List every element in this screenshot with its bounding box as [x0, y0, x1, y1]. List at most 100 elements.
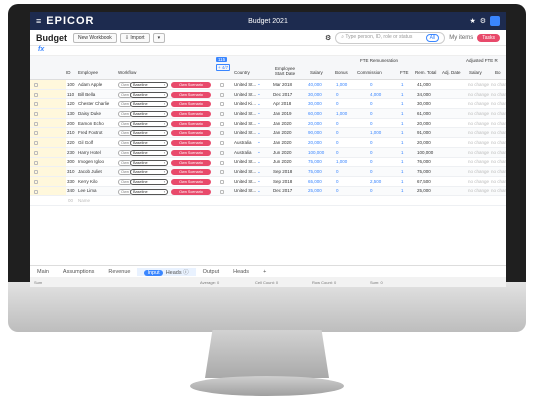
star-icon[interactable]: ★	[469, 17, 475, 25]
cell-id[interactable]: 110	[67, 92, 74, 97]
cell-start-date[interactable]: Jun 2020	[273, 150, 292, 155]
cell-adj-bonus[interactable]: no chan	[491, 130, 506, 135]
workflow-state-pill[interactable]: Baseline ›	[130, 178, 168, 185]
cell-adj-bonus[interactable]: no chan	[491, 121, 506, 126]
cell-bonus[interactable]: 1,000	[336, 111, 347, 116]
own-scenario-button[interactable]: Own Scenario	[171, 91, 211, 98]
cell-start-date[interactable]: Sep 2018	[273, 169, 292, 174]
tab-revenue[interactable]: Revenue	[101, 269, 137, 275]
cell-start-date[interactable]: Jan 2019	[273, 111, 292, 116]
header-fte[interactable]: FTE	[400, 70, 409, 75]
cell-adj-bonus[interactable]: no chan	[491, 101, 506, 106]
own-scenario-button[interactable]: Own Scenario	[171, 111, 211, 118]
workflow-state-pill[interactable]: Baseline ›	[130, 101, 168, 108]
cell-fte[interactable]: 1	[401, 159, 404, 164]
row-flag-checkbox[interactable]	[220, 179, 224, 184]
row-select-checkbox[interactable]	[34, 121, 38, 126]
own-scenario-button[interactable]: Own Scenario	[171, 178, 211, 185]
row-select-checkbox[interactable]	[34, 92, 38, 97]
row-select-checkbox[interactable]	[34, 112, 38, 117]
cell-commission[interactable]: 1,000	[370, 130, 381, 135]
cell-adj-bonus[interactable]: no chan	[491, 140, 506, 145]
tab-output[interactable]: Output	[196, 269, 227, 275]
row-select-checkbox[interactable]	[34, 141, 38, 146]
chevron-down-icon[interactable]: ⌄	[257, 91, 261, 97]
tab-heads[interactable]: Input Heads ⓘ	[137, 267, 196, 276]
table-row[interactable]: 200 Eamon Echo Own Baseline › Own Scenario Un…	[30, 118, 506, 129]
workflow-state-pill[interactable]: Baseline ›	[130, 130, 168, 137]
cell-id[interactable]: 100	[67, 82, 75, 87]
cell-id[interactable]: 210	[67, 130, 75, 135]
table-row[interactable]: 120 Chester Charlie Own Baseline › Own Scena…	[30, 99, 506, 110]
workflow-state-pill[interactable]: Baseline ›	[130, 159, 168, 166]
cell-fte[interactable]: 1	[401, 111, 404, 116]
cell-adj-salary[interactable]: no change	[468, 92, 489, 97]
cell-commission[interactable]: 4,000	[370, 92, 381, 97]
workflow-state-pill[interactable]: Baseline ›	[130, 140, 168, 147]
own-scenario-button[interactable]: Own Scenario	[171, 159, 211, 166]
row-flag-checkbox[interactable]	[220, 189, 224, 194]
cell-fte[interactable]: 1	[401, 140, 404, 145]
my-items-toggle[interactable]: My items	[449, 35, 473, 41]
cell-bonus[interactable]: 0	[336, 92, 339, 97]
avatar[interactable]	[490, 16, 500, 26]
cell-country[interactable]: Australia	[234, 150, 252, 155]
cell-adj-salary[interactable]: no change	[468, 169, 489, 174]
cell-commission[interactable]: 0	[370, 121, 373, 126]
cell-fte[interactable]: 1	[401, 150, 404, 155]
row-flag-checkbox[interactable]	[220, 170, 224, 175]
table-row[interactable]: 220 Gil Golf Own Baseline › Own Scenario Aust…	[30, 138, 506, 148]
cell-employee[interactable]: Adam Apple	[78, 82, 102, 87]
cell-bonus[interactable]: 1,000	[336, 159, 347, 164]
cell-salary[interactable]: 30,000	[308, 101, 322, 106]
cell-adj-bonus[interactable]: no chan	[491, 82, 506, 87]
cell-employee[interactable]: Imogen Igloo	[78, 159, 104, 164]
cell-bonus[interactable]: 0	[336, 179, 339, 184]
cell-country[interactable]: United St...	[234, 188, 256, 193]
cell-adj-bonus[interactable]: no chan	[491, 179, 506, 184]
header-adj-salary[interactable]: Salary	[469, 70, 482, 75]
cell-employee[interactable]: Kerry Kilo	[78, 179, 98, 184]
row-select-checkbox[interactable]	[34, 150, 38, 155]
cell-bonus[interactable]: 1,000	[336, 82, 347, 87]
row-flag-checkbox[interactable]	[220, 102, 224, 107]
settings-gear-icon[interactable]: ⚙	[325, 34, 331, 42]
tab-assumptions[interactable]: Assumptions	[56, 269, 102, 275]
workflow-state-pill[interactable]: Baseline ›	[130, 149, 168, 156]
chevron-down-icon[interactable]: ⌄	[257, 110, 261, 116]
cell-start-date[interactable]: Jun 2020	[273, 159, 292, 164]
cell-adj-salary[interactable]: no change	[468, 121, 489, 126]
table-row[interactable]: 340 Lee Lima Own Baseline › Own Scenario Unit…	[30, 186, 506, 197]
cell-country[interactable]: United St...	[234, 121, 256, 126]
cell-fte[interactable]: 1	[401, 82, 404, 87]
chevron-down-icon[interactable]: ⌄	[257, 178, 261, 184]
cell-adj-bonus[interactable]: no chan	[491, 111, 506, 116]
row-select-checkbox[interactable]	[34, 102, 38, 107]
cell-id[interactable]: 130	[67, 111, 75, 116]
cell-country[interactable]: United St...	[234, 159, 256, 164]
cell-salary[interactable]: 90,000	[308, 130, 322, 135]
cell-employee[interactable]: Fred Foxtrot	[78, 130, 103, 135]
table-row[interactable]: 330 Kerry Kilo Own Baseline › Own Scenario Un…	[30, 176, 506, 187]
chevron-down-icon[interactable]: ⌄	[257, 169, 261, 175]
own-scenario-button[interactable]: Own Scenario	[171, 82, 211, 88]
header-employee[interactable]: Employee	[78, 70, 98, 75]
cell-id[interactable]: 230	[67, 150, 75, 155]
cell-fte[interactable]: 1	[401, 179, 404, 184]
cell-adj-bonus[interactable]: no chan	[491, 92, 506, 97]
cell-country[interactable]: United St...	[234, 82, 256, 87]
workflow-state-pill[interactable]: Baseline ›	[130, 120, 168, 127]
cell-salary[interactable]: 75,000	[308, 159, 322, 164]
cell-adj-salary[interactable]: no change	[468, 188, 489, 193]
row-select-checkbox[interactable]	[34, 170, 38, 175]
row-flag-checkbox[interactable]	[220, 121, 224, 126]
cell-salary[interactable]: 100,000	[308, 150, 324, 155]
chevron-down-icon[interactable]: ⌄	[257, 120, 261, 126]
cell-employee[interactable]: Chester Charlie	[78, 101, 109, 106]
row-select-checkbox[interactable]	[34, 83, 38, 87]
row-flag-checkbox[interactable]	[220, 141, 224, 146]
cell-fte[interactable]: 1	[401, 121, 404, 126]
row-flag-checkbox[interactable]	[220, 83, 224, 87]
search-input[interactable]: ⌕ Type person, ID, role or status All	[335, 31, 446, 44]
workflow-state-pill[interactable]: Baseline ›	[130, 169, 168, 176]
